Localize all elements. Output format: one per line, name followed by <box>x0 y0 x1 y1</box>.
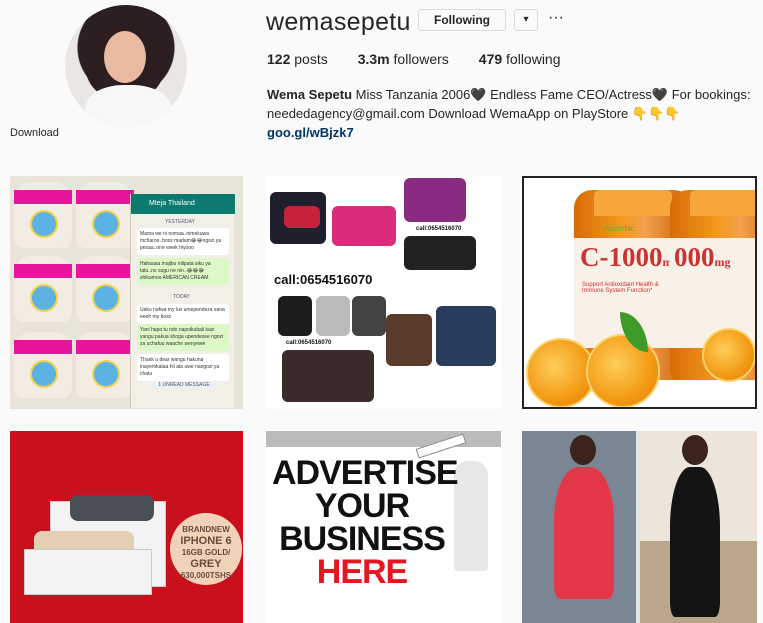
unread-banner: 1 UNREAD MESSAGE <box>149 382 219 388</box>
shoe-image <box>282 350 374 402</box>
seal-text: IPHONE 6 <box>180 535 232 547</box>
chat-message: Thank u dear wangu hakuna inayemkataa hi… <box>137 354 229 381</box>
shoe-image <box>352 296 386 336</box>
shoe-image <box>316 296 350 336</box>
seal-text: 16GB GOLD/ <box>181 548 231 557</box>
sneaker-image <box>332 206 396 246</box>
followers-count: 3.3m <box>357 51 390 67</box>
posts-stat: 122 posts <box>267 51 328 67</box>
woman-black-dress <box>670 467 720 617</box>
shoe-image <box>386 314 432 366</box>
follow-options-dropdown[interactable]: ▾ <box>514 9 538 31</box>
posts-label: posts <box>290 51 328 67</box>
chat-day-label: YESTERDAY <box>165 219 195 225</box>
shoe-image <box>436 306 496 366</box>
chat-message: Ueku nafwa my luv umependeza sana eeeh m… <box>137 304 229 324</box>
profile-username: wemasepetu <box>266 8 411 36</box>
product-name: C-1000mg <box>580 242 679 273</box>
sneaker-image <box>404 178 466 222</box>
call-number-text: call:0654516070 <box>286 340 332 346</box>
post-thumbnail-1[interactable]: Mteja Thailand YESTERDAY Mama we ni noma… <box>10 176 243 409</box>
post-thumbnail-2[interactable]: call:0654516070 call:0654516070 call:065… <box>266 176 501 409</box>
followers-stat[interactable]: 3.3m followers <box>358 51 449 67</box>
seal-text: 630,000TSHS <box>180 571 232 580</box>
post-thumbnail-5[interactable]: ADVERTISE YOUR BUSINESS HERE <box>266 431 501 623</box>
chat-header: Mteja Thailand <box>131 194 235 214</box>
cream-jar <box>76 332 134 398</box>
bio-full-name: Wema Sepetu <box>267 87 353 102</box>
chat-screenshot: Mteja Thailand YESTERDAY Mama we ni noma… <box>130 194 235 408</box>
post-thumbnail-3[interactable]: Ascorbic C-1000mg Support Antioxidant He… <box>522 176 757 409</box>
cream-jar <box>14 256 72 322</box>
following-stat[interactable]: 479 following <box>479 51 561 67</box>
ad-line: YOUR <box>314 487 410 525</box>
profile-avatar[interactable] <box>65 5 187 127</box>
bottle-cap <box>594 190 672 216</box>
more-options-button[interactable]: ··· <box>546 10 566 30</box>
posts-count: 122 <box>267 51 291 67</box>
post-thumbnail-6[interactable] <box>522 431 757 623</box>
person-head <box>570 435 596 465</box>
cream-jar <box>76 182 134 248</box>
sneaker-accent <box>284 206 320 228</box>
chat-today-label: TODAY <box>173 294 190 300</box>
brand-text: Ascorbic <box>604 224 635 233</box>
following-label: following <box>502 51 561 67</box>
product-name: 000mg <box>674 242 731 273</box>
orange-slice <box>702 328 755 382</box>
chevron-down-icon: ▾ <box>523 14 529 25</box>
cream-jar <box>14 182 72 248</box>
painter-figure <box>454 461 488 571</box>
more-dots-icon: ··· <box>548 9 564 26</box>
followers-label: followers <box>389 51 449 67</box>
call-number-text: call:0654516070 <box>416 226 462 232</box>
phone-box <box>24 549 152 595</box>
cream-jar <box>14 332 72 398</box>
avatar-clothing <box>85 85 171 127</box>
seal-text: GREY <box>190 558 222 570</box>
following-button[interactable]: Following <box>418 9 506 31</box>
phone-grey <box>70 495 154 521</box>
ad-line: HERE <box>316 553 408 591</box>
shoe-image <box>278 296 312 336</box>
product-name-text: 000 <box>674 242 715 272</box>
cream-jar <box>76 256 134 322</box>
billboard-frame <box>266 431 501 447</box>
product-description: Support Antioxidant Health & Immune Syst… <box>582 282 659 294</box>
orange-fruit <box>586 334 660 407</box>
woman-red-dress <box>554 467 614 599</box>
ad-line: BUSINESS <box>279 520 446 558</box>
bio-website-link[interactable]: goo.gl/wBjzk7 <box>267 123 757 142</box>
advertise-text: ADVERTISE YOUR BUSINESS HERE <box>272 454 459 591</box>
profile-stats: 122 posts 3.3m followers 479 following <box>267 51 561 67</box>
ad-line: ADVERTISE <box>272 454 459 492</box>
chat-message: Hahaaaa majibu nilipata siku ya tatu..no… <box>137 258 229 285</box>
seal-text: BRANDNEW <box>182 525 230 534</box>
profile-bio: Wema Sepetu Miss Tanzania 2006🖤 Endless … <box>267 85 757 142</box>
person-head <box>682 435 708 465</box>
following-count: 479 <box>478 51 503 67</box>
download-link[interactable]: Download <box>10 127 59 139</box>
shoe-image <box>404 236 476 270</box>
price-seal: BRANDNEW IPHONE 6 16GB GOLD/ GREY 630,00… <box>170 513 242 585</box>
chat-message: Mama we ni nomaa..nimekuwa mcharoo..boss… <box>137 228 229 255</box>
product-unit: mg <box>714 255 731 269</box>
chat-message: Yani hapo tu ndo napoikubali kazi yangu … <box>137 324 229 351</box>
call-number-text: call:0654516070 <box>274 272 373 287</box>
avatar-face <box>104 31 146 83</box>
post-thumbnail-4[interactable]: BRANDNEW IPHONE 6 16GB GOLD/ GREY 630,00… <box>10 431 243 623</box>
product-name-text: C-1000 <box>580 242 663 272</box>
bottle-cap <box>690 190 755 216</box>
